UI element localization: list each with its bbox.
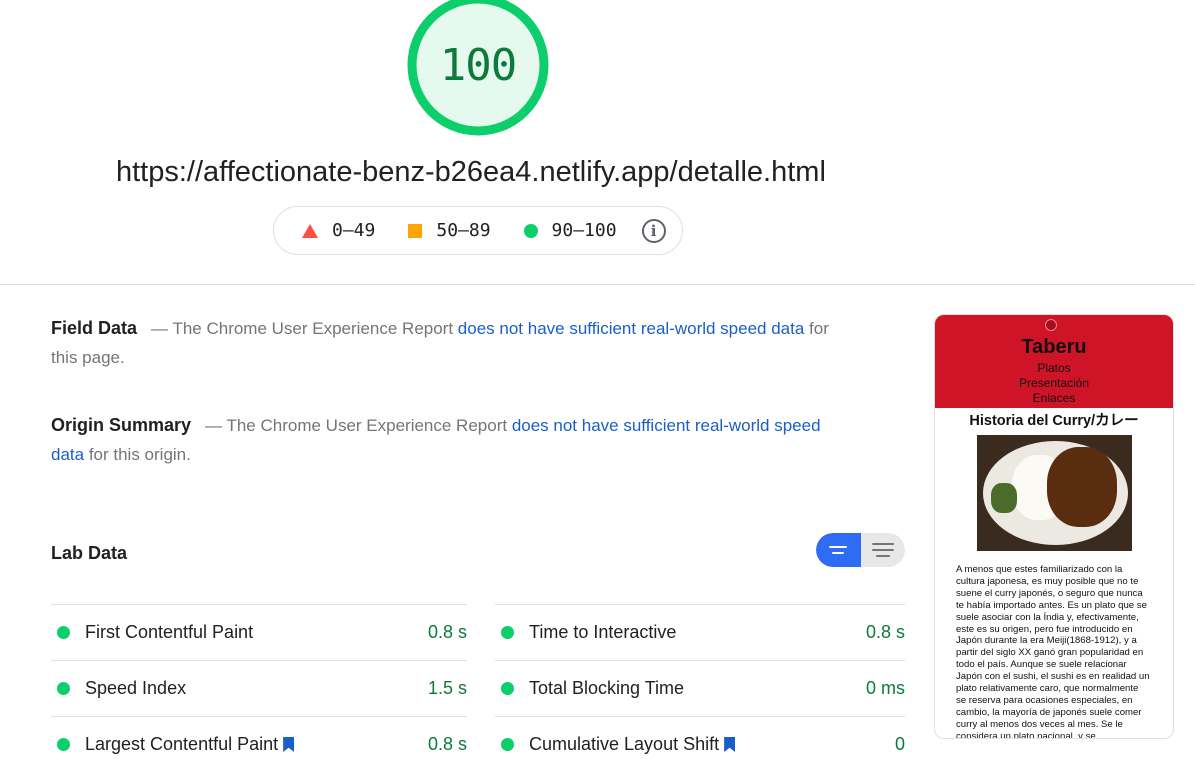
pass-indicator-icon [501, 626, 514, 639]
screenshot-nav-item: Presentación [1018, 376, 1090, 390]
metric-name: Time to Interactive [529, 622, 677, 642]
field-data-section: Field Data — The Chrome User Experience R… [51, 314, 841, 372]
metrics-view-toggle[interactable] [816, 533, 905, 567]
triangle-icon [302, 223, 318, 238]
bookmark-icon [724, 737, 736, 752]
metric-value: 0.8 s [427, 734, 467, 754]
metric-time-to-interactive: Time to Interactive 0.8 s [495, 604, 905, 660]
pass-indicator-icon [57, 682, 70, 695]
legend-average-label: 50–89 [436, 220, 491, 241]
metric-value: 0 ms [865, 678, 905, 698]
legend-pass: 90–100 [523, 220, 617, 241]
metric-total-blocking-time: Total Blocking Time 0 ms [495, 660, 905, 716]
pass-indicator-icon [57, 738, 70, 751]
lab-data-heading: Lab Data [51, 543, 128, 563]
origin-summary-suffix: for this origin. [84, 445, 191, 464]
info-icon[interactable]: i [641, 218, 666, 243]
score-legend: 0–49 50–89 90–100 i [273, 206, 683, 255]
metric-name: Largest Contentful Paint [85, 734, 279, 754]
metric-cumulative-layout-shift: Cumulative Layout Shift 0 [495, 716, 905, 759]
final-screenshot[interactable]: Taberu Platos Presentación Enlaces Histo… [934, 314, 1174, 739]
metric-speed-index: Speed Index 1.5 s [51, 660, 467, 716]
legend-fail: 0–49 [302, 220, 375, 241]
origin-summary-section: Origin Summary — The Chrome User Experien… [51, 411, 841, 469]
pass-indicator-icon [57, 626, 70, 639]
metric-value: 0.8 s [427, 622, 467, 642]
performance-score-gauge: 100 [405, 0, 551, 138]
compact-view-button[interactable] [816, 533, 861, 567]
curry-photo [976, 435, 1132, 551]
site-logo-icon [1045, 319, 1057, 331]
metric-name: Speed Index [85, 678, 187, 698]
expanded-view-button[interactable] [861, 533, 906, 567]
field-data-heading: Field Data [51, 318, 138, 338]
bookmark-icon [283, 737, 295, 752]
screenshot-site-title: Taberu [1021, 336, 1087, 358]
circle-icon [523, 223, 538, 238]
metric-first-contentful-paint: First Contentful Paint 0.8 s [51, 604, 467, 660]
origin-summary-heading: Origin Summary [51, 415, 192, 435]
screenshot-nav-item: Platos [1037, 361, 1071, 375]
square-icon [408, 223, 423, 238]
field-data-link[interactable]: does not have sufficient real-world spee… [458, 319, 805, 338]
legend-pass-label: 90–100 [551, 220, 617, 241]
metric-name: Total Blocking Time [529, 678, 685, 698]
screenshot-nav-item: Enlaces [1032, 391, 1076, 405]
metric-value: 1.5 s [427, 678, 467, 698]
metric-name: First Contentful Paint [85, 622, 254, 642]
field-data-prefix: — The Chrome User Experience Report [151, 319, 458, 338]
tested-url: https://affectionate-benz-b26ea4.netlify… [116, 156, 826, 188]
metric-value: 0.8 s [865, 622, 905, 642]
origin-summary-prefix: — The Chrome User Experience Report [205, 416, 512, 435]
screenshot-site-header: Taberu Platos Presentación Enlaces [935, 315, 1173, 408]
legend-average: 50–89 [408, 220, 491, 241]
metric-name: Cumulative Layout Shift [529, 734, 720, 754]
score-value: 100 [439, 39, 517, 91]
pass-indicator-icon [501, 738, 514, 751]
pass-indicator-icon [501, 682, 514, 695]
metric-largest-contentful-paint: Largest Contentful Paint 0.8 s [51, 716, 467, 759]
screenshot-heading: Historia del Curry/カレー [969, 413, 1139, 429]
screenshot-body-text: A menos que estes familiarizado con la c… [956, 564, 1150, 739]
legend-fail-label: 0–49 [332, 220, 376, 241]
metric-value: 0 [894, 734, 905, 754]
header-divider [0, 284, 1195, 285]
